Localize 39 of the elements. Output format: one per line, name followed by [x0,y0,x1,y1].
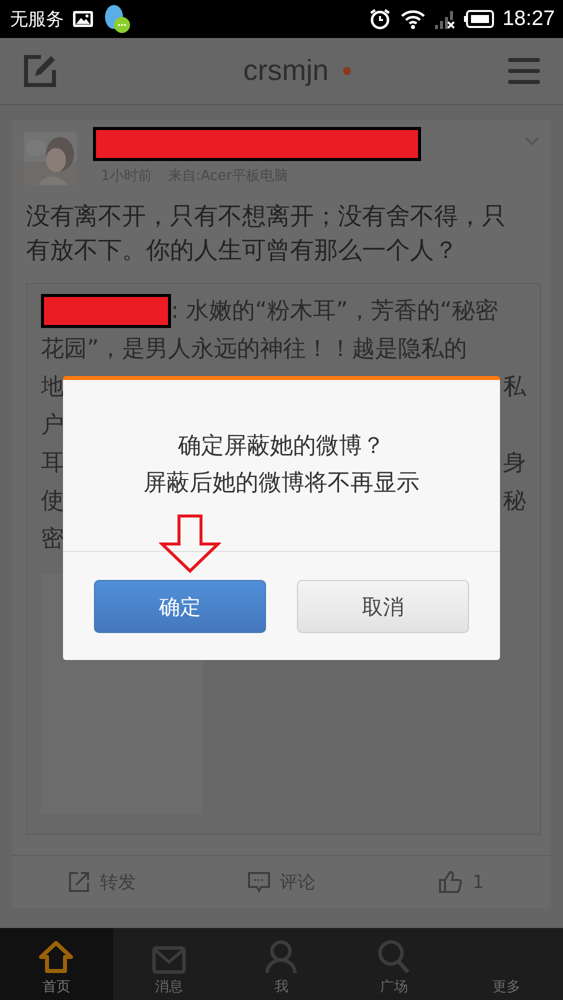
header-title: crsmjn [243,54,329,88]
home-icon [38,940,74,974]
image-icon [72,9,94,29]
mail-icon [152,946,186,974]
search-icon [378,940,410,974]
compose-icon[interactable] [23,54,57,88]
dialog-button[interactable]: 取消 [297,580,469,633]
carrier-text: 无服务 [10,8,64,31]
repost-text: 耳 [41,449,64,478]
repost-text: 花园”，是男人永远的神往！！越是隐私的 [41,335,467,364]
wifi-icon [400,8,426,30]
dialog-message: 确定屏蔽她的微博？ [178,432,385,461]
post-text: 没有离不开，只有不想离开；没有舍不得，只有放不下。你的人生可曾有那么一个人？ [26,201,507,266]
repost-text: 秘 [503,487,526,516]
repost-text: 私 [503,373,526,402]
thumbs-up-icon [438,870,462,894]
tab[interactable]: 消息 [112,928,226,1000]
dialog-message: 屏蔽后她的微博将不再显示 [144,469,420,498]
dialog-button[interactable]: 确定 [94,580,266,633]
chat-bubble-icon [102,3,132,35]
tab[interactable]: 我 [225,928,338,1000]
repost-text: 密 [41,525,64,554]
person-icon [265,940,298,974]
clock-text: 18:27 [502,7,555,31]
battery-icon [464,10,494,28]
tab[interactable]: 首页 [0,928,113,1000]
signal-icon [434,8,456,30]
comment-icon [248,871,270,893]
repost-text: 户 [41,411,64,440]
repost-text: 身 [503,449,526,478]
repost-text: 地 [41,373,64,402]
repost-text: 使 [41,487,64,516]
down-arrow-icon [159,514,221,574]
share-icon [68,871,90,893]
tab[interactable]: 广场 [338,928,450,1000]
alarm-icon [368,7,392,31]
repost-text: : 水嫩的“粉木耳”，芳香的“秘密 [171,297,498,326]
tab[interactable]: 更多 [450,928,563,1000]
menu-icon[interactable] [506,56,541,86]
